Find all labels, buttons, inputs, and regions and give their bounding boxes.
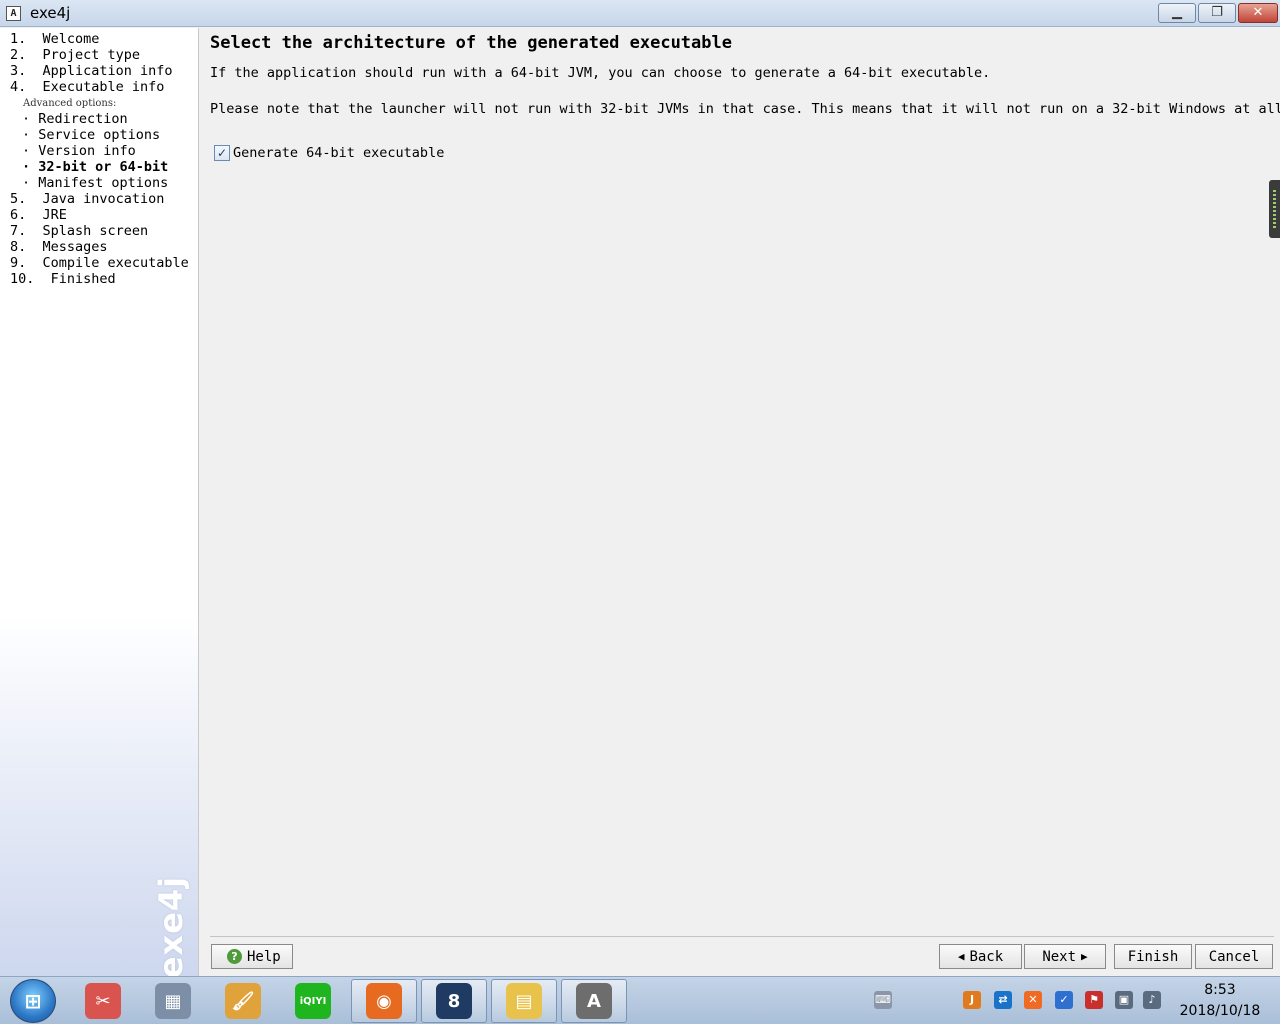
taskbar-app[interactable]: ✂ bbox=[70, 979, 136, 1023]
nav-step-welcome[interactable]: 1. Welcome bbox=[10, 31, 99, 47]
help-button[interactable]: ? Help bbox=[211, 944, 293, 969]
network-icon[interactable]: ▣ bbox=[1115, 991, 1133, 1009]
window-title-bar: A exe4j ▁ ❐ ✕ bbox=[0, 0, 1280, 27]
nav-step-executable-info[interactable]: 4. Executable info bbox=[10, 79, 164, 95]
taskbar-app[interactable]: ◉ bbox=[351, 979, 417, 1023]
teamviewer-icon[interactable]: ⇄ bbox=[994, 991, 1012, 1009]
clock-time[interactable]: 8:53 bbox=[1180, 982, 1260, 998]
nav-sub-manifest-options[interactable]: · Manifest options bbox=[22, 175, 168, 191]
help-icon: ? bbox=[227, 949, 242, 964]
cancel-button[interactable]: Cancel bbox=[1195, 944, 1273, 969]
exe4j-brand-logo: exe4j bbox=[152, 875, 191, 979]
windows-taskbar: ⊞ ✂ ▦ 🖌 iQIYI ◉ 8 ▤ A ⌨ J ⇄ ✕ ✓ ⚑ ▣ ♪ 8:53 2018/10/18 bbox=[0, 976, 1280, 1024]
generate-64bit-checkbox[interactable]: ✓ bbox=[214, 145, 230, 161]
description-64bit: If the application should run with a 64-… bbox=[210, 65, 991, 81]
file-explorer-icon: ▤ bbox=[506, 983, 542, 1019]
next-label: Next bbox=[1042, 948, 1077, 965]
nav-step-messages[interactable]: 8. Messages bbox=[10, 239, 108, 255]
iqiyi-icon: iQIYI bbox=[295, 983, 331, 1019]
nav-sub-service-options[interactable]: · Service options bbox=[22, 127, 160, 143]
taskbar-app[interactable]: iQIYI bbox=[280, 979, 346, 1023]
maximize-button[interactable]: ❐ bbox=[1198, 3, 1236, 23]
generate-64bit-label[interactable]: Generate 64-bit executable bbox=[233, 145, 444, 161]
snipping-tool-icon: ✂ bbox=[85, 983, 121, 1019]
finish-label: Finish bbox=[1127, 948, 1179, 965]
generate-64bit-option[interactable]: ✓ Generate 64-bit executable bbox=[214, 145, 444, 161]
paint-icon: 🖌 bbox=[225, 983, 261, 1019]
nav-sub-version-info[interactable]: · Version info bbox=[22, 143, 136, 159]
nav-sub-32-or-64-bit[interactable]: · 32-bit or 64-bit bbox=[22, 159, 168, 175]
clock-date[interactable]: 2018/10/18 bbox=[1170, 1003, 1270, 1019]
taskbar-app[interactable]: ▦ bbox=[140, 979, 206, 1023]
nav-step-jre[interactable]: 6. JRE bbox=[10, 207, 67, 223]
wizard-content-panel: Select the architecture of the generated… bbox=[200, 28, 1280, 976]
eclipse-8-icon: 8 bbox=[436, 983, 472, 1019]
taskbar-app[interactable]: 🖌 bbox=[210, 979, 276, 1023]
nav-step-finished[interactable]: 10. Finished bbox=[10, 271, 116, 287]
nav-sub-redirection[interactable]: · Redirection bbox=[22, 111, 128, 127]
page-heading: Select the architecture of the generated… bbox=[210, 33, 732, 53]
button-divider bbox=[210, 936, 1274, 937]
back-arrow-icon: ◀ bbox=[957, 950, 965, 963]
shield-icon[interactable]: ✓ bbox=[1055, 991, 1073, 1009]
finish-button[interactable]: Finish bbox=[1114, 944, 1192, 969]
side-handle-indicator[interactable] bbox=[1269, 180, 1280, 238]
volume-icon[interactable]: ♪ bbox=[1143, 991, 1161, 1009]
flag-icon[interactable]: ⚑ bbox=[1085, 991, 1103, 1009]
nav-step-application-info[interactable]: 3. Application info bbox=[10, 63, 173, 79]
keyboard-icon[interactable]: ⌨ bbox=[874, 991, 892, 1009]
advanced-options-label: Advanced options: bbox=[23, 98, 117, 109]
taskbar-app[interactable]: ▤ bbox=[491, 979, 557, 1023]
start-button[interactable]: ⊞ bbox=[10, 979, 56, 1023]
minimize-button[interactable]: ▁ bbox=[1158, 3, 1196, 23]
next-button[interactable]: Next ▶ bbox=[1024, 944, 1106, 969]
nav-step-splash-screen[interactable]: 7. Splash screen bbox=[10, 223, 148, 239]
taskbar-app[interactable]: 8 bbox=[421, 979, 487, 1023]
description-warning: Please note that the launcher will not r… bbox=[210, 101, 1280, 117]
close-button[interactable]: ✕ bbox=[1238, 3, 1278, 23]
exe4j-window-icon: A bbox=[576, 983, 612, 1019]
taskbar-app[interactable]: A bbox=[561, 979, 627, 1023]
nav-step-java-invocation[interactable]: 5. Java invocation bbox=[10, 191, 164, 207]
nav-step-project-type[interactable]: 2. Project type bbox=[10, 47, 140, 63]
cancel-label: Cancel bbox=[1208, 948, 1260, 965]
firefox-icon: ◉ bbox=[366, 983, 402, 1019]
nav-step-compile-executable[interactable]: 9. Compile executable bbox=[10, 255, 189, 271]
java-icon[interactable]: J bbox=[963, 991, 981, 1009]
help-label: Help bbox=[247, 948, 281, 965]
window-title: exe4j bbox=[30, 4, 71, 22]
wizard-step-sidebar: 1. Welcome 2. Project type 3. Applicatio… bbox=[0, 28, 199, 979]
app-icon[interactable]: A bbox=[6, 6, 21, 21]
back-button[interactable]: ◀ Back bbox=[939, 944, 1022, 969]
calculator-icon: ▦ bbox=[155, 983, 191, 1019]
xunlei-icon[interactable]: ✕ bbox=[1024, 991, 1042, 1009]
back-label: Back bbox=[969, 948, 1004, 965]
next-arrow-icon: ▶ bbox=[1081, 950, 1088, 963]
